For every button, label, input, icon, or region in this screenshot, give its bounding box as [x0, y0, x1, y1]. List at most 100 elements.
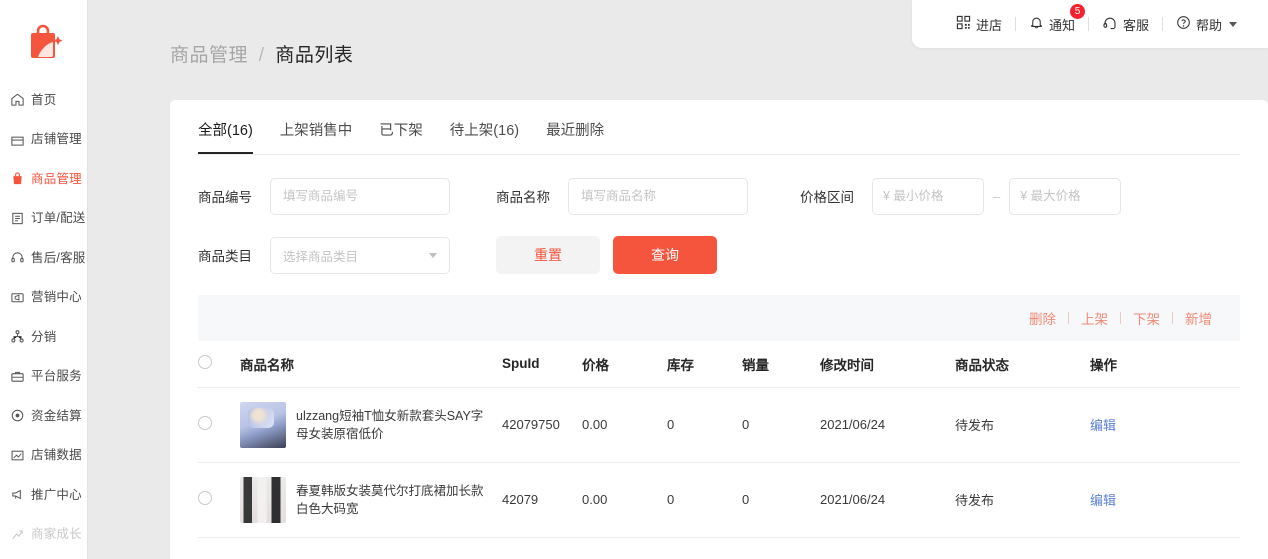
sidebar-item-label: 商家成长 [31, 527, 82, 541]
support-icon [10, 250, 25, 265]
filter-row-1: 商品编号 商品名称 价格区间 – [198, 177, 1240, 215]
tab-recently-deleted[interactable]: 最近删除 [546, 119, 604, 154]
row-spu-id: 42079 [502, 462, 582, 538]
sidebar-item-label: 订单/配送 [31, 211, 86, 225]
sidebar-item-home[interactable]: 首页 [0, 80, 87, 120]
column-modified-time: 修改时间 [820, 341, 955, 388]
brand-logo[interactable] [0, 0, 87, 80]
row-select-cell [198, 387, 240, 463]
megaphone-box-icon [10, 290, 25, 305]
chart-icon [10, 448, 25, 463]
row-sales: 0 [742, 462, 820, 538]
row-select-cell [198, 462, 240, 538]
tab-on-sale[interactable]: 上架销售中 [280, 119, 353, 154]
sidebar-item-shop[interactable]: 店铺管理 [0, 120, 87, 160]
sidebar-item-product[interactable]: 商品管理 [0, 159, 87, 199]
notification-label: 通知 [1048, 17, 1075, 33]
product-name-input[interactable] [568, 177, 748, 215]
edit-link[interactable]: 编辑 [1090, 493, 1116, 508]
query-button[interactable]: 查询 [613, 236, 717, 274]
row-product-name-cell: 春夏韩版女装莫代尔打底裙加长款白色大码宽 [240, 462, 502, 538]
sidebar-item-label: 商品管理 [31, 171, 82, 186]
sidebar-item-settlement[interactable]: 资金结算 [0, 396, 87, 436]
sidebar-item-label: 首页 [31, 92, 57, 107]
category-select[interactable]: 选择商品类目 [270, 236, 450, 274]
row-status: 待发布 [955, 462, 1090, 538]
select-all-checkbox[interactable] [198, 355, 212, 370]
speaker-icon [10, 487, 25, 502]
page-root: 首页 店铺管理 商品管理 订单/配送 售后/客服 营销中心 分销 平台服务 资金… [0, 0, 1268, 559]
tab-off-shelf[interactable]: 已下架 [379, 119, 423, 154]
category-label: 商品类目 [198, 249, 252, 264]
growth-icon [10, 527, 25, 542]
row-product-name-cell: ulzzang短袖T恤女新款套头SAY字母女装原宿低价 [240, 387, 502, 463]
bulk-list-link[interactable]: 上架 [1069, 308, 1120, 328]
sidebar-item-marketing[interactable]: 营销中心 [0, 278, 87, 318]
sidebar-item-label: 分销 [31, 329, 57, 344]
row-checkbox[interactable] [198, 491, 212, 505]
column-product-name: 商品名称 [240, 341, 502, 388]
category-select-value: 选择商品类目 [283, 249, 359, 264]
top-header-bar: 进店 通知 5 客服 帮助 [912, 0, 1268, 48]
tab-pending[interactable]: 待上架(16) [450, 119, 519, 154]
reset-button[interactable]: 重置 [496, 236, 600, 274]
coin-icon [10, 408, 25, 423]
chevron-down-icon [429, 252, 437, 258]
bulk-unlist-link[interactable]: 下架 [1121, 308, 1172, 328]
notification-button[interactable]: 通知 5 [1016, 4, 1088, 37]
price-min-input[interactable] [872, 177, 984, 215]
row-checkbox[interactable] [198, 416, 212, 430]
notification-badge: 5 [1069, 4, 1085, 19]
breadcrumb-parent[interactable]: 商品管理 [170, 45, 248, 66]
customer-service-button[interactable]: 客服 [1089, 11, 1162, 37]
help-menu[interactable]: 帮助 [1163, 11, 1250, 37]
order-icon [10, 211, 25, 226]
row-price: 0.00 [582, 387, 667, 463]
edit-link[interactable]: 编辑 [1090, 418, 1116, 433]
main-area: 进店 通知 5 客服 帮助 商品管理 / 商品列表 全部(16) 上架销售中 已… [88, 0, 1268, 559]
headset-icon [1102, 15, 1118, 34]
sku-no-input[interactable] [270, 177, 450, 215]
price-range-label: 价格区间 [800, 190, 854, 205]
content-card: 全部(16) 上架销售中 已下架 待上架(16) 最近删除 商品编号 商品名称 … [170, 100, 1268, 559]
row-price: 0.00 [582, 462, 667, 538]
select-all-cell [198, 341, 240, 388]
row-edit-cell: 编辑 [1090, 387, 1240, 463]
table-row: ulzzang短袖T恤女新款套头SAY字母女装原宿低价 42079750 0.0… [198, 387, 1240, 463]
column-stock: 库存 [667, 341, 742, 388]
filter-form: 商品编号 商品名称 价格区间 – 商品类目 选择商品类目 [170, 155, 1268, 274]
bag-icon [10, 171, 25, 186]
row-stock: 0 [667, 462, 742, 538]
sidebar-item-label: 售后/客服 [31, 250, 86, 265]
tab-all[interactable]: 全部(16) [198, 119, 253, 154]
table-header-row: 商品名称 SpuId 价格 库存 销量 修改时间 商品状态 操作 [198, 341, 1240, 388]
price-max-input[interactable] [1009, 177, 1122, 215]
row-modified-time: 2021/06/24 [820, 462, 955, 538]
tab-bar: 全部(16) 上架销售中 已下架 待上架(16) 最近删除 [170, 100, 1268, 154]
bulk-delete-link[interactable]: 删除 [1017, 308, 1068, 328]
sidebar-item-label: 平台服务 [31, 369, 82, 383]
sidebar-item-merchant-growth[interactable]: 商家成长 [0, 515, 87, 555]
sidebar-item-aftersale[interactable]: 售后/客服 [0, 238, 87, 278]
row-status: 待发布 [955, 387, 1090, 463]
column-operation: 操作 [1090, 341, 1240, 388]
add-product-link[interactable]: 新增 [1173, 308, 1224, 328]
enter-shop-label: 进店 [975, 17, 1002, 33]
qrcode-icon [956, 15, 971, 33]
sidebar-item-platform-service[interactable]: 平台服务 [0, 357, 87, 397]
row-edit-cell: 编辑 [1090, 462, 1240, 538]
sidebar-item-label: 推广中心 [31, 487, 82, 502]
enter-shop-button[interactable]: 进店 [943, 11, 1015, 37]
filter-row-2: 商品类目 选择商品类目 重置 查询 [198, 236, 1240, 274]
sidebar-item-shop-data[interactable]: 店铺数据 [0, 436, 87, 476]
sidebar-item-order[interactable]: 订单/配送 [0, 199, 87, 239]
column-sales: 销量 [742, 341, 820, 388]
help-label: 帮助 [1195, 17, 1222, 33]
sidebar-item-label: 店铺数据 [31, 448, 82, 462]
breadcrumb-current: 商品列表 [275, 45, 354, 66]
product-thumbnail [240, 401, 286, 448]
table-body: ulzzang短袖T恤女新款套头SAY字母女装原宿低价 42079750 0.0… [198, 387, 1240, 538]
sidebar-item-distribution[interactable]: 分销 [0, 317, 87, 357]
sidebar-item-promotion[interactable]: 推广中心 [0, 475, 87, 515]
column-status: 商品状态 [955, 341, 1090, 388]
